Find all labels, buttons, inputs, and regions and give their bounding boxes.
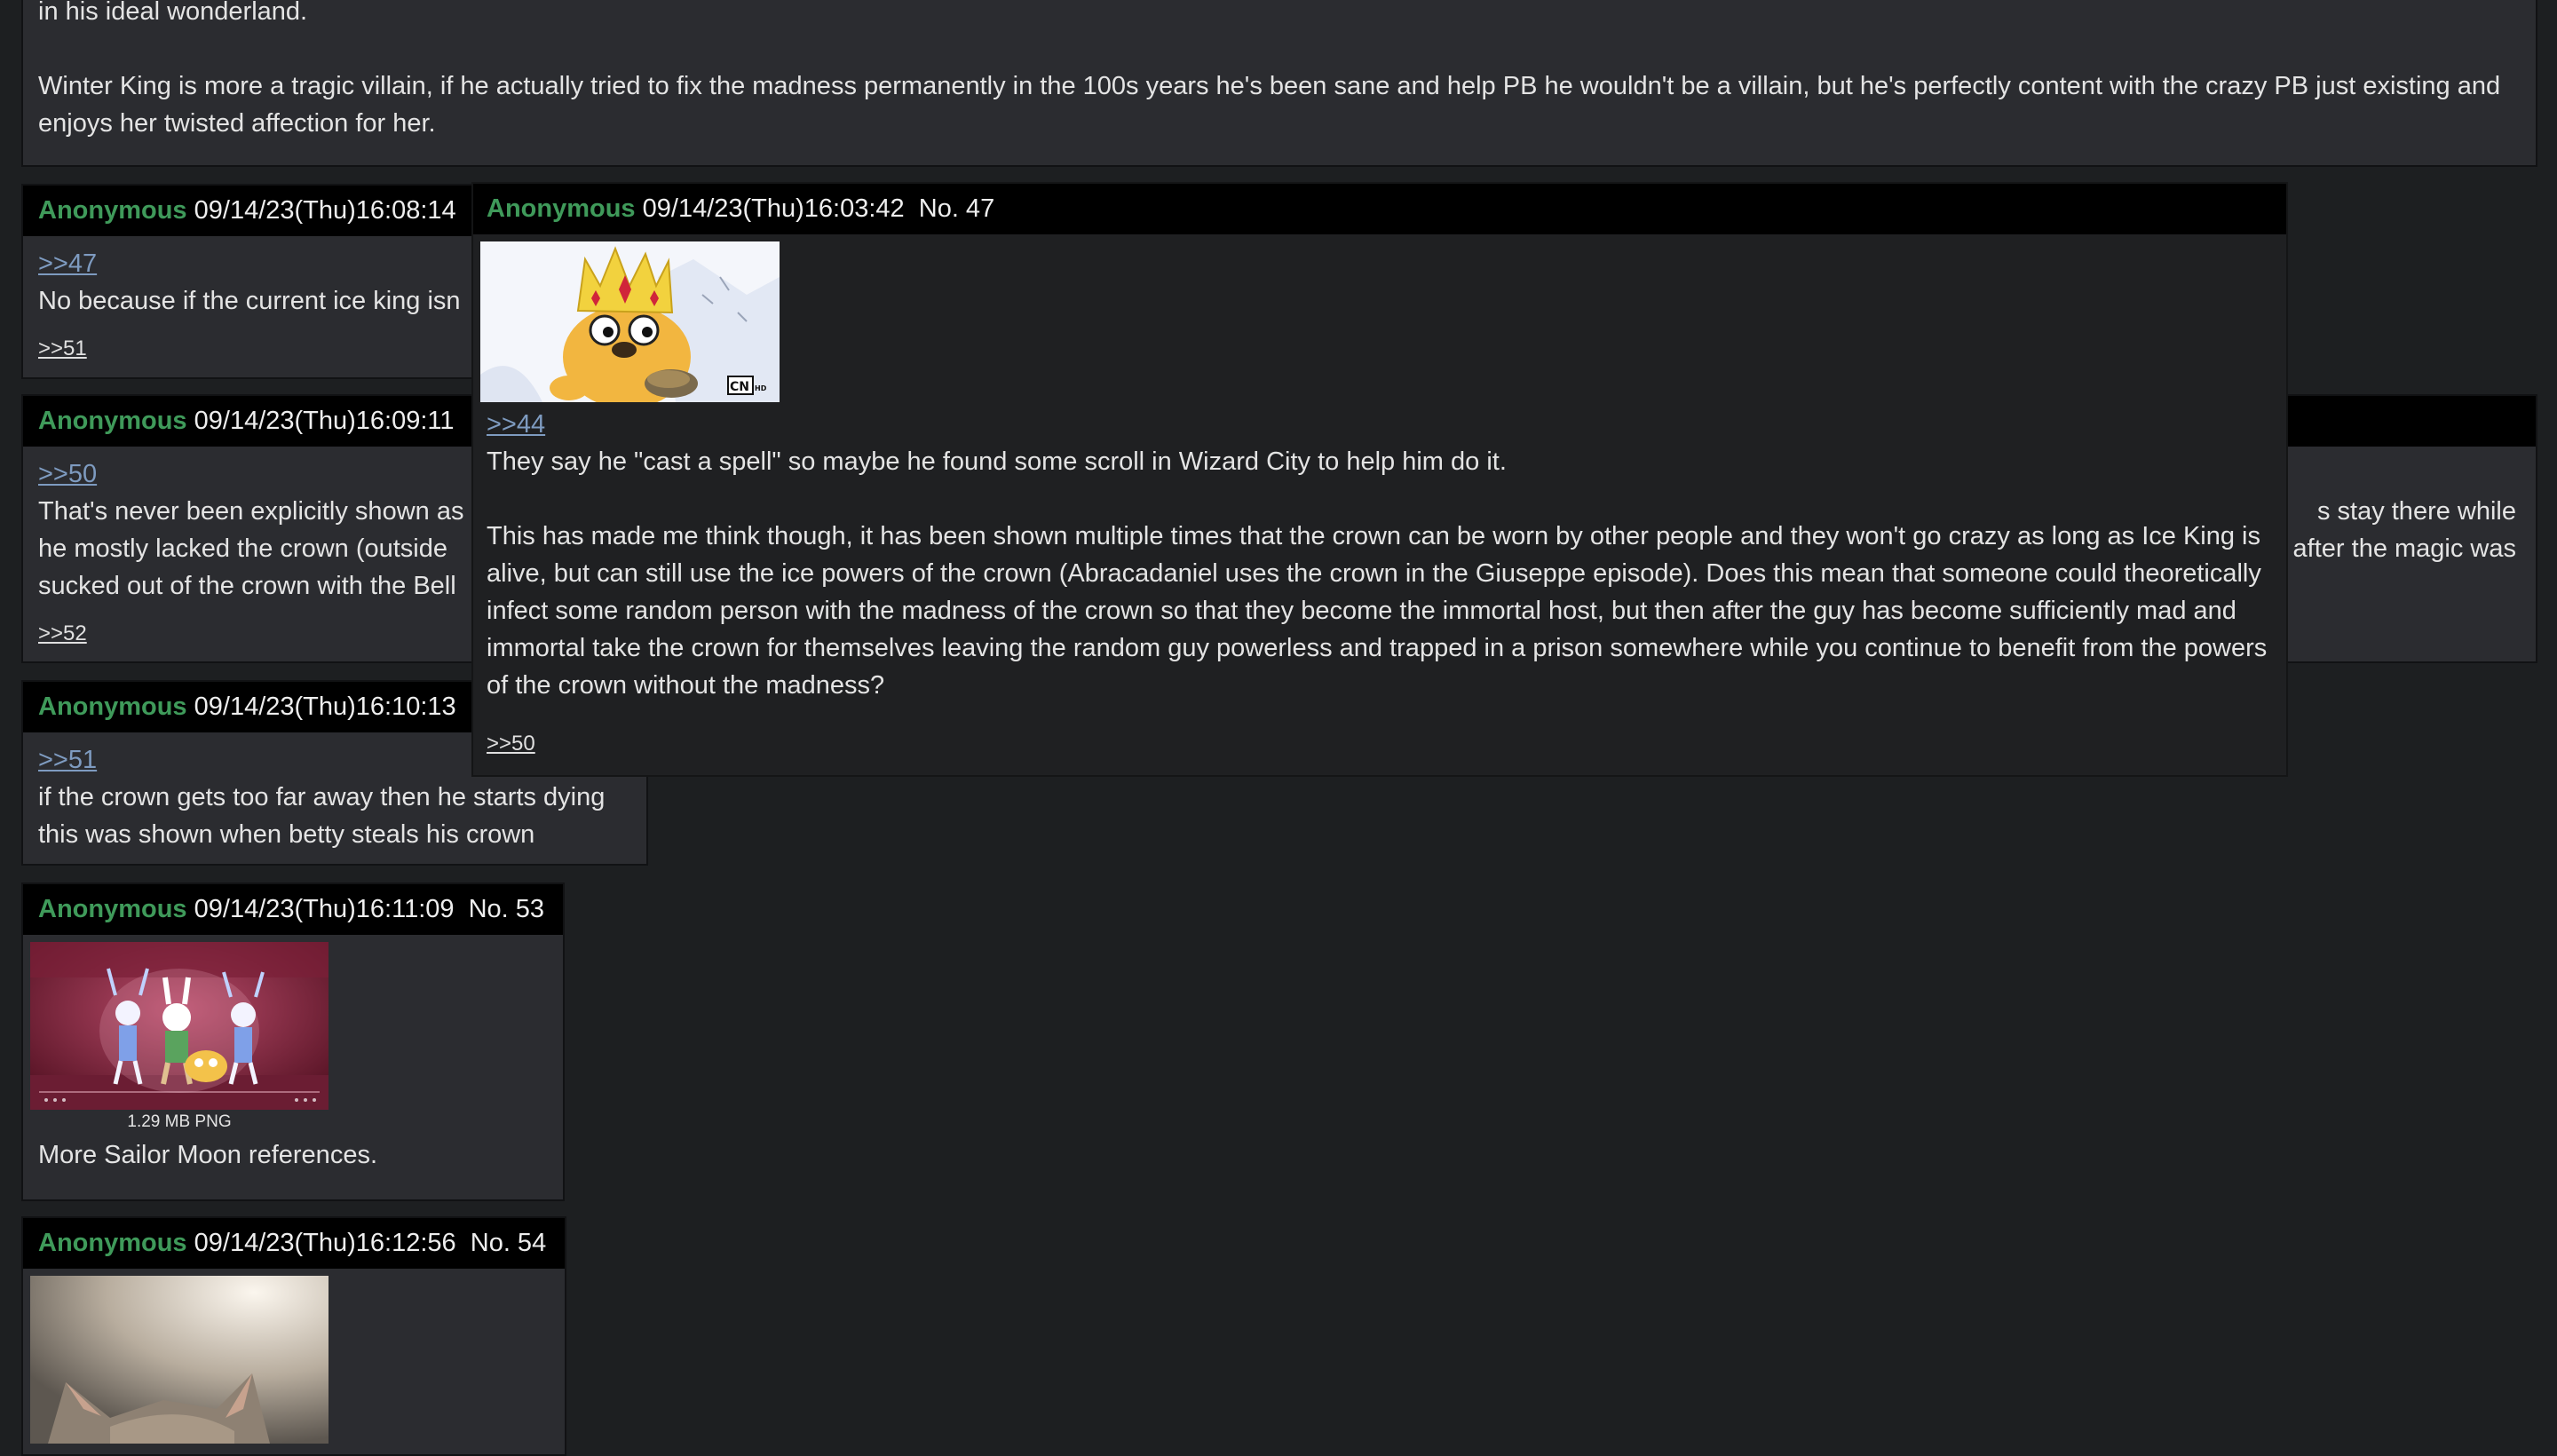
hd-logo-text: HD xyxy=(755,384,767,392)
post-comment-line: this was shown when betty steals his cro… xyxy=(38,820,535,849)
post-reply: Anonymous 09/14/23(Thu)16:12:56 No. 54 xyxy=(21,1216,566,1456)
post-comment: if the crown gets too far away then he s… xyxy=(38,779,631,853)
quote-link[interactable]: >>44 xyxy=(487,406,2273,443)
poster-name: Anonymous xyxy=(38,895,187,923)
post-comment-line: in his ideal wonderland. xyxy=(38,0,308,26)
quote-link[interactable]: >>47 xyxy=(38,245,502,282)
post-datetime: 09/14/23(Thu)16:11:09 xyxy=(194,895,455,923)
post-reply: Anonymous 09/14/23(Thu)16:08:14 >>47 No … xyxy=(21,184,519,379)
post-datetime: 09/14/23(Thu)16:08:14 xyxy=(194,196,456,225)
post-comment-paragraph: This has made me think though, it has be… xyxy=(487,522,2268,700)
reply-backlink[interactable]: >>51 xyxy=(38,330,502,368)
post-comment: More Sailor Moon references. xyxy=(38,1141,377,1169)
post-comment: They say he "cast a spell" so maybe he f… xyxy=(487,443,2273,704)
post-number[interactable]: No. 54 xyxy=(471,1229,546,1257)
poster-name: Anonymous xyxy=(487,194,636,223)
image-thumbnail[interactable] xyxy=(30,942,329,1110)
post-comment-fragment: after the magic was xyxy=(2292,534,2516,563)
post-comment-paragraph: They say he "cast a spell" so maybe he f… xyxy=(487,447,1507,476)
post-datetime: 09/14/23(Thu)16:12:56 xyxy=(194,1229,456,1257)
reply-backlink[interactable]: >>50 xyxy=(487,725,2273,763)
post-comment: No because if the current ice king isn xyxy=(38,287,461,315)
post-header: Anonymous 09/14/23(Thu)16:03:42 No. 47 xyxy=(473,184,2286,234)
file-info: 1.29 MB PNG xyxy=(127,1112,232,1131)
poster-name: Anonymous xyxy=(38,1229,187,1257)
post-number[interactable]: No. 53 xyxy=(469,895,544,923)
post-datetime: 09/14/23(Thu)16:09:11 xyxy=(194,407,455,435)
post-datetime: 09/14/23(Thu)16:10:13 xyxy=(194,692,456,721)
post-comment-fragment: s stay there while xyxy=(2316,497,2516,526)
post-number[interactable]: No. 47 xyxy=(919,194,994,223)
post-datetime: 09/14/23(Thu)16:03:42 xyxy=(642,194,905,223)
post-file xyxy=(30,1276,329,1444)
post-header: Anonymous 09/14/23(Thu)16:11:09 No. 53 xyxy=(23,884,563,935)
image-thumbnail[interactable]: CN HD xyxy=(480,241,780,402)
post-file: 1.29 MB PNG xyxy=(30,942,329,1135)
post-header: Anonymous 09/14/23(Thu)16:08:14 xyxy=(23,186,517,236)
poster-name: Anonymous xyxy=(38,407,187,435)
post-top: in his ideal wonderland. Winter King is … xyxy=(21,0,2537,167)
post-header: Anonymous 09/14/23(Thu)16:12:56 No. 54 xyxy=(23,1218,565,1269)
post-comment-paragraph: Winter King is more a tragic villain, if… xyxy=(38,72,2501,138)
quote-preview-popup: Anonymous 09/14/23(Thu)16:03:42 No. 47 C… xyxy=(471,182,2288,777)
post-comment: in his ideal wonderland. Winter King is … xyxy=(38,0,2521,142)
poster-name: Anonymous xyxy=(38,692,187,721)
image-thumbnail[interactable] xyxy=(30,1276,329,1444)
poster-name: Anonymous xyxy=(38,196,187,225)
post-comment-line: if the crown gets too far away then he s… xyxy=(38,783,606,811)
cn-logo-text: CN xyxy=(730,380,749,394)
post-reply: Anonymous 09/14/23(Thu)16:11:09 No. 53 1… xyxy=(21,882,565,1201)
post-comment-right-fragments: s stay there while after the magic was xyxy=(2293,493,2516,567)
